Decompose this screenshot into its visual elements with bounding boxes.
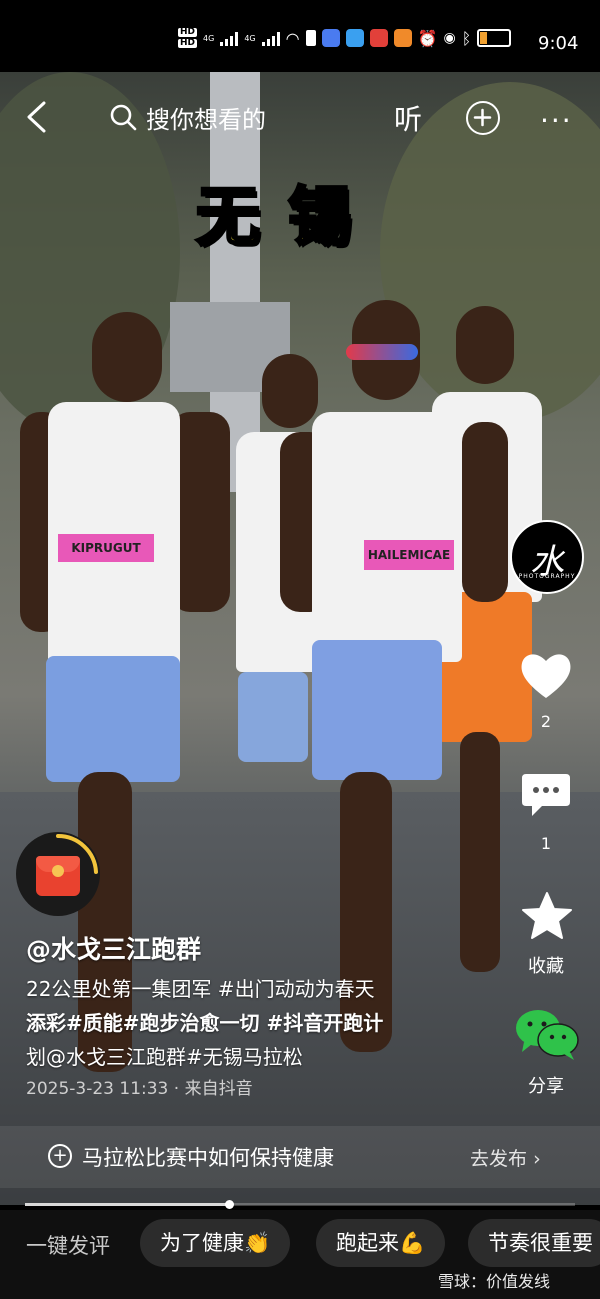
video-title-overlay: 无锡: [195, 180, 380, 257]
comment-icon[interactable]: [520, 770, 572, 820]
signal-icon-1: [220, 30, 239, 46]
search-icon: [110, 104, 137, 131]
chevron-right-icon: ›: [533, 1148, 541, 1170]
bluetooth-icon: ᛒ: [461, 28, 472, 48]
post-caption[interactable]: 22公里处第一集团军 #出门动动为春天 添彩#质能#跑步治愈一切 #抖音开跑计 …: [26, 972, 466, 1074]
author-username[interactable]: @水戈三江跑群: [26, 930, 201, 966]
wifi-icon: ◠: [285, 28, 300, 48]
status-bar: HD HD 4G 4G ◠ ⏰ ◉ ᛒ 9:04: [0, 0, 600, 72]
listen-button[interactable]: 听: [394, 98, 422, 138]
back-icon[interactable]: [22, 100, 52, 134]
wechat-share-icon[interactable]: [514, 1006, 580, 1062]
status-icons: HD HD 4G 4G ◠ ⏰ ◉ ᛒ: [178, 27, 512, 48]
quick-comment-label[interactable]: 一键发评: [26, 1230, 110, 1260]
bib-hailemicae: HAILEMICAE: [364, 540, 454, 570]
orange-app-icon: [393, 29, 412, 47]
plus-circle-icon: +: [48, 1144, 72, 1168]
network-label-1: 4G: [203, 33, 215, 43]
add-icon[interactable]: [466, 101, 500, 135]
video-progress-fill: [25, 1203, 229, 1206]
signal-icon-2: [261, 30, 280, 46]
status-time: 9:04: [538, 33, 579, 54]
publish-label: 去发布: [470, 1148, 528, 1170]
hd-badge-2: HD: [178, 38, 198, 48]
battery-icon: [477, 29, 512, 47]
quick-comment-chip[interactable]: 为了健康👏: [140, 1219, 291, 1267]
post-meta: 2025-3-23 11:33 · 来自抖音: [26, 1079, 253, 1099]
quick-comment-chip[interactable]: 跑起来💪: [316, 1219, 446, 1267]
heart-icon[interactable]: [518, 648, 574, 702]
share-label[interactable]: 分享: [510, 1072, 582, 1098]
sim-icon: [305, 30, 316, 46]
eye-icon: ◉: [443, 30, 456, 46]
comment-count: 1: [540, 834, 552, 853]
hd-badge-1: HD: [178, 27, 198, 37]
quick-comment-chip[interactable]: 节奏很重要: [468, 1219, 600, 1267]
video-progress-handle[interactable]: [224, 1200, 234, 1209]
creator-avatar[interactable]: 水 PHOTOGRAPHY: [510, 520, 584, 594]
bib-kiprugut: KIPRUGUT: [58, 534, 154, 562]
baidu-app-icon: [321, 29, 340, 47]
watermark: 雪球：价值发线: [438, 1272, 551, 1291]
red-app-icon: [369, 29, 388, 47]
avatar-logo-sub: PHOTOGRAPHY: [518, 573, 576, 580]
publish-link[interactable]: 去发布 ›: [470, 1144, 541, 1171]
network-label-2: 4G: [244, 33, 256, 43]
related-topic-text[interactable]: 马拉松比赛中如何保持健康: [82, 1142, 334, 1172]
red-packet-seal: [52, 865, 64, 877]
caption-line: 22公里处第一集团军 #出门动动为春天: [26, 977, 375, 1001]
more-icon[interactable]: ···: [540, 104, 573, 137]
search-placeholder[interactable]: 搜你想看的: [146, 100, 266, 135]
caption-line: 添彩#质能#跑步治愈一切 #抖音开跑计: [26, 1011, 384, 1035]
like-count: 2: [540, 712, 552, 731]
alarm-icon: ⏰: [417, 28, 438, 48]
caption-line: 划@水戈三江跑群#无锡马拉松: [26, 1045, 303, 1069]
browser-app-icon: [345, 29, 364, 47]
favorite-label[interactable]: 收藏: [510, 952, 582, 978]
star-icon[interactable]: [520, 890, 574, 942]
